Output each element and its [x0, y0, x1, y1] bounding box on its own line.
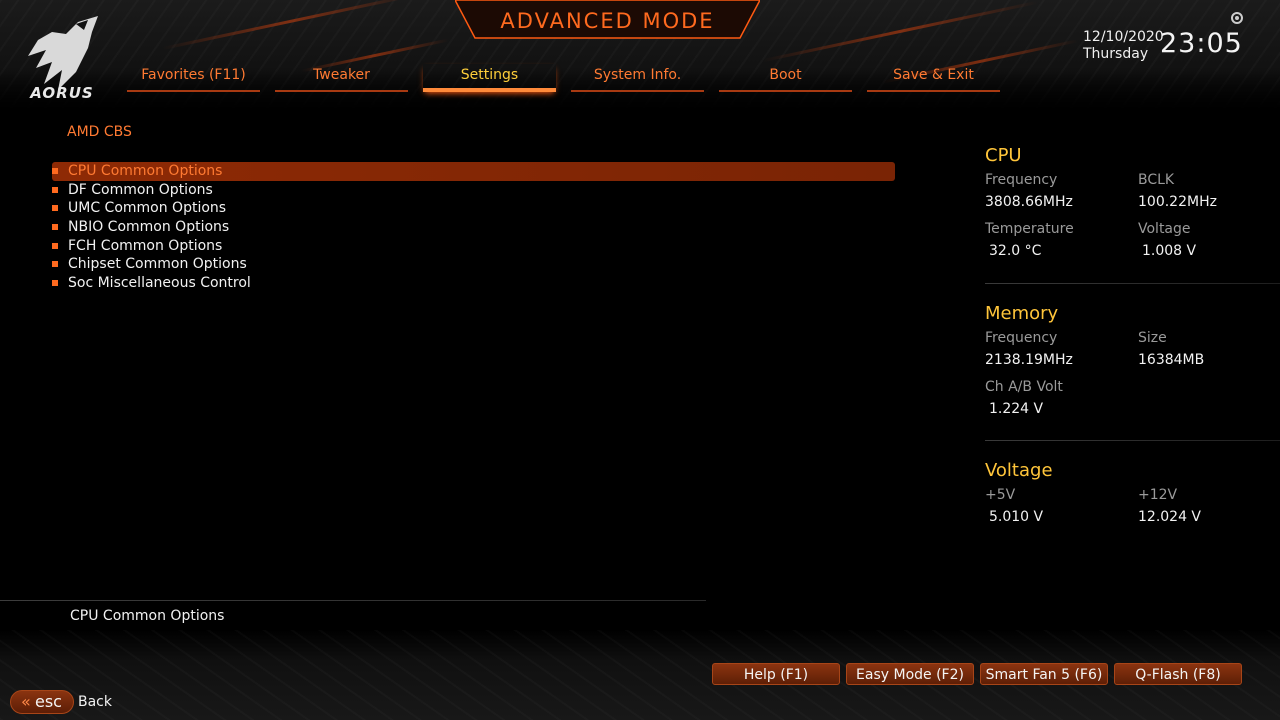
tab-bar: Favorites (F11) Tweaker Settings System …	[127, 64, 1015, 92]
voltage-5v-value: 5.010 V	[989, 509, 1044, 525]
menu-item-nbio-common-options[interactable]: NBIO Common Options	[52, 218, 895, 237]
tab-tweaker[interactable]: Tweaker	[275, 64, 408, 92]
cpu-bclk-value: 100.22MHz	[1138, 194, 1217, 210]
memory-chab-volt-label: Ch A/B Volt	[985, 379, 1063, 395]
panel-divider	[985, 440, 1280, 441]
tab-save-exit[interactable]: Save & Exit	[867, 64, 1000, 92]
help-f1-button[interactable]: Help (F1)	[712, 663, 840, 685]
cpu-frequency-value: 3808.66MHz	[985, 194, 1073, 210]
menu-item-chipset-common-options[interactable]: Chipset Common Options	[52, 255, 895, 274]
cpu-temperature-label: Temperature	[985, 221, 1074, 237]
cpu-section-title: CPU	[985, 145, 1022, 166]
memory-size-value: 16384MB	[1138, 352, 1205, 368]
settings-menu: CPU Common Options DF Common Options UMC…	[52, 162, 895, 293]
memory-size-label: Size	[1138, 330, 1167, 346]
function-key-buttons: Help (F1) Easy Mode (F2) Smart Fan 5 (F6…	[712, 663, 1248, 685]
memory-chab-volt-value: 1.224 V	[989, 401, 1044, 417]
cpu-bclk-label: BCLK	[1138, 172, 1175, 188]
voltage-section: Voltage +5V +12V 5.010 V 12.024 V	[985, 460, 1280, 536]
esc-back-button[interactable]: « esc	[10, 690, 74, 714]
cpu-voltage-label: Voltage	[1138, 221, 1191, 237]
tab-settings[interactable]: Settings	[423, 64, 556, 92]
voltage-5v-label: +5V	[985, 487, 1016, 503]
esc-key-label: esc	[35, 692, 62, 711]
easy-mode-f2-button[interactable]: Easy Mode (F2)	[846, 663, 974, 685]
tab-system-info[interactable]: System Info.	[571, 64, 704, 92]
tab-favorites[interactable]: Favorites (F11)	[127, 64, 260, 92]
cpu-frequency-label: Frequency	[985, 172, 1058, 188]
mode-title: ADVANCED MODE	[500, 9, 715, 33]
memory-frequency-value: 2138.19MHz	[985, 352, 1073, 368]
cpu-section: CPU Frequency BCLK 3808.66MHz 100.22MHz …	[985, 145, 1280, 270]
weekday: Thursday	[1083, 46, 1149, 62]
help-divider	[0, 600, 706, 601]
tab-boot[interactable]: Boot	[719, 64, 852, 92]
breadcrumb: AMD CBS	[67, 124, 132, 140]
voltage-section-title: Voltage	[985, 460, 1053, 481]
memory-frequency-label: Frequency	[985, 330, 1058, 346]
menu-item-umc-common-options[interactable]: UMC Common Options	[52, 199, 895, 218]
empty-cell	[1138, 379, 1278, 401]
menu-item-df-common-options[interactable]: DF Common Options	[52, 181, 895, 200]
cpu-voltage-value: 1.008 V	[1142, 243, 1197, 259]
menu-item-fch-common-options[interactable]: FCH Common Options	[52, 237, 895, 256]
voltage-12v-label: +12V	[1138, 487, 1178, 503]
date: 12/10/2020	[1083, 29, 1164, 45]
menu-item-soc-misc-control[interactable]: Soc Miscellaneous Control	[52, 274, 895, 293]
smart-fan-f6-button[interactable]: Smart Fan 5 (F6)	[980, 663, 1108, 685]
aorus-logo-text: AORUS	[30, 84, 94, 102]
clock-time: 23:05	[1160, 28, 1243, 59]
system-info-panel: CPU Frequency BCLK 3808.66MHz 100.22MHz …	[985, 145, 1280, 525]
q-flash-f8-button[interactable]: Q-Flash (F8)	[1114, 663, 1242, 685]
back-label: Back	[78, 694, 112, 710]
menu-item-cpu-common-options[interactable]: CPU Common Options	[52, 162, 895, 181]
cpu-temperature-value: 32.0 °C	[989, 243, 1042, 259]
double-chevron-left-icon: «	[21, 692, 31, 711]
memory-section-title: Memory	[985, 303, 1059, 324]
help-description: CPU Common Options	[70, 608, 225, 624]
settings-gear-icon[interactable]	[1231, 12, 1243, 24]
voltage-12v-value: 12.024 V	[1138, 509, 1202, 525]
memory-section: Memory Frequency Size 2138.19MHz 16384MB…	[985, 303, 1280, 428]
panel-divider	[985, 283, 1280, 284]
